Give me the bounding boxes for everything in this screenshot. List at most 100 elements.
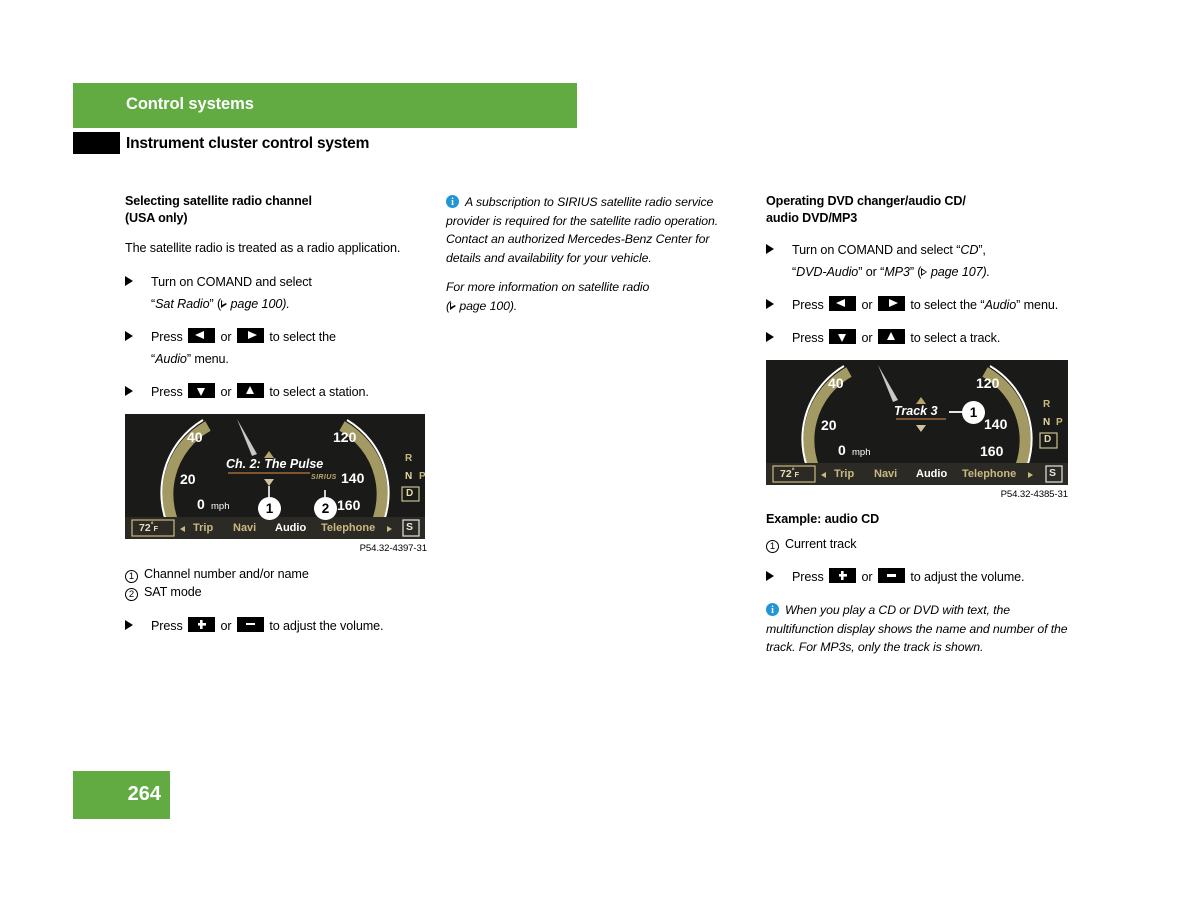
col3-step2-quote: Audio <box>984 298 1017 312</box>
col3-step1-q1: CD <box>960 243 979 257</box>
col3-step-1: Turn on COMAND and select “CD”, “DVD-Aud… <box>766 239 1068 283</box>
column-left: Selecting satellite radio channel (USA o… <box>125 193 427 648</box>
cluster-left-display-text: Ch. 2: The Pulse <box>226 456 324 471</box>
column-right: Operating DVD changer/audio CD/ audio DV… <box>766 193 1068 668</box>
section-title: Instrument cluster control system <box>126 135 370 152</box>
cluster-right-tick-40: 40 <box>828 375 844 391</box>
cluster-left-menu-telephone: Telephone <box>321 521 376 534</box>
col3-callout-item-1: 1 Current track <box>766 535 1068 553</box>
page-ref-triangle-icon <box>921 268 928 276</box>
col1-callout-list: 1 Channel number and/or name 2 SAT mode <box>125 565 427 601</box>
right-arrow-key-icon <box>877 296 905 311</box>
col1-step3-pre: Press <box>151 384 183 399</box>
cluster-left-tick-120: 120 <box>333 428 357 445</box>
col3-figure-id: P54.32-4385-31 <box>1000 489 1069 500</box>
page-number: 264 <box>127 783 161 805</box>
cluster-right-scroll-right-icon <box>1028 472 1033 478</box>
page-ref-triangle-icon <box>450 301 456 310</box>
col3-step-2: Press or to select the “Audio” menu. <box>766 294 1068 316</box>
down-arrow-key-icon <box>829 329 857 344</box>
col3-step-3: Press or to select a track. <box>766 327 1068 349</box>
col1-intro-paragraph: The satellite radio is treated as a radi… <box>125 241 401 255</box>
cluster-left-callout-2: 2 <box>314 496 337 520</box>
col1-callout2-text: SAT mode <box>144 584 202 599</box>
col3-step4-mid: or <box>861 570 873 584</box>
manual-page: Control systems Instrument cluster contr… <box>0 0 1200 900</box>
col1-step2-tail: menu. <box>194 351 229 366</box>
cluster-right-tick-20: 20 <box>821 417 837 433</box>
cluster-right-speed-0: 0 <box>838 442 846 458</box>
col3-step3-post: to select a track. <box>910 331 1001 345</box>
col1-callout-item-1: 1 Channel number and/or name <box>125 565 427 583</box>
col3-heading-line1: Operating DVD changer/audio CD/ <box>766 194 966 208</box>
col1-step4-post: to adjust the volume. <box>269 618 384 633</box>
col1-figure: 40 20 0 mph 120 140 160 Ch. 2: The Pulse… <box>125 413 427 554</box>
volume-down-key-icon <box>877 568 905 583</box>
col3-step1-q2: DVD-Audio <box>796 265 859 279</box>
col3-step2-tail: menu. <box>1023 298 1059 312</box>
col1-step3-mid: or <box>220 384 232 399</box>
cluster-right-speed-unit: mph <box>852 447 871 458</box>
cluster-left-scroll-left-icon <box>180 525 185 532</box>
col3-step2-mid: or <box>861 298 873 312</box>
bullet-triangle-icon <box>125 330 133 341</box>
volume-up-key-icon <box>188 616 216 632</box>
col3-heading-line2: audio DVD/MP3 <box>766 210 858 225</box>
cluster-right-gear-r: R <box>1043 399 1051 410</box>
cluster-right-temp-value: 72 <box>780 468 792 480</box>
cluster-right-scroll-left-icon <box>821 472 826 478</box>
callout-number-2: 2 <box>125 587 138 601</box>
col3-note-1: When you play a CD or DVD with text, the… <box>766 601 1068 657</box>
cluster-right-badge-s: S <box>1049 467 1057 479</box>
col1-heading: Selecting satellite radio channel (USA o… <box>125 193 427 226</box>
cluster-right-temp-unit: F <box>794 470 800 479</box>
col3-note1-text: When you play a CD or DVD with text, the… <box>766 603 1068 654</box>
col3-step2-pre: Press <box>792 298 824 312</box>
col2-note2-pre: For more information on satellite radio <box>446 280 650 294</box>
instrument-cluster-display-sat: 40 20 0 mph 120 140 160 Ch. 2: The Pulse… <box>125 413 425 539</box>
cluster-right-menu-telephone: Telephone <box>962 468 1017 480</box>
cluster-left-callout-1: 1 <box>258 496 281 520</box>
cluster-left-menu-trip: Trip <box>193 521 214 534</box>
col2-note-2: For more information on satellite radio … <box>446 280 650 313</box>
page-ref-triangle-icon <box>221 299 228 308</box>
volume-up-key-icon <box>829 568 857 583</box>
col3-callout1-text: Current track <box>785 537 857 551</box>
cluster-right-menu-navi: Navi <box>874 468 898 480</box>
cluster-right-menu-audio: Audio <box>916 468 948 480</box>
cluster-left-menu-navi: Navi <box>233 521 257 534</box>
cluster-left-temp-unit: F <box>153 523 159 533</box>
cluster-right-menu-trip: Trip <box>834 468 855 480</box>
col3-step4-pre: Press <box>792 570 824 584</box>
col1-callout-item-2: 2 SAT mode <box>125 583 427 601</box>
col3-step-4: Press or to adjust the volume. <box>766 566 1068 588</box>
col3-heading: Operating DVD changer/audio CD/ audio DV… <box>766 193 1068 226</box>
col1-step-1: Turn on COMAND and select “Sat Radio” ( … <box>125 271 427 315</box>
cluster-left-gear-n: N <box>405 470 413 482</box>
col1-step2-pre: Press <box>151 329 183 344</box>
cluster-left-scroll-right-icon <box>387 525 392 532</box>
col2-note-1: A subscription to SIRIUS satellite radio… <box>446 193 746 267</box>
col1-step1-pre: Turn on COMAND and select <box>151 274 312 289</box>
bullet-triangle-icon <box>766 299 774 309</box>
col3-step1-q3: MP3 <box>884 265 910 279</box>
col3-step3-mid: or <box>861 331 873 345</box>
cluster-left-source-label: SIRIUS <box>311 473 337 481</box>
cluster-left-gear-r: R <box>405 452 413 464</box>
col1-step4-mid: or <box>220 618 232 633</box>
cluster-right-tick-140: 140 <box>984 416 1008 432</box>
col1-step2-post: to select the <box>269 329 336 344</box>
up-arrow-key-icon <box>877 329 905 344</box>
section-marker-block <box>73 132 120 154</box>
footer-page-block: 264 <box>73 771 170 819</box>
chapter-title: Control systems <box>126 95 254 113</box>
cluster-left-speed-0: 0 <box>197 495 205 512</box>
col1-callout1-text: Channel number and/or name <box>144 566 309 581</box>
cluster-left-badge-s: S <box>406 520 414 533</box>
cluster-left-tick-140: 140 <box>341 469 365 486</box>
cluster-right-gear-n: N <box>1043 417 1051 428</box>
col2-note1-text: A subscription to SIRIUS satellite radio… <box>446 195 719 265</box>
cluster-left-menu-audio: Audio <box>275 521 307 534</box>
right-arrow-key-icon <box>236 327 264 343</box>
col2-note2-ref: page 100). <box>459 298 518 313</box>
